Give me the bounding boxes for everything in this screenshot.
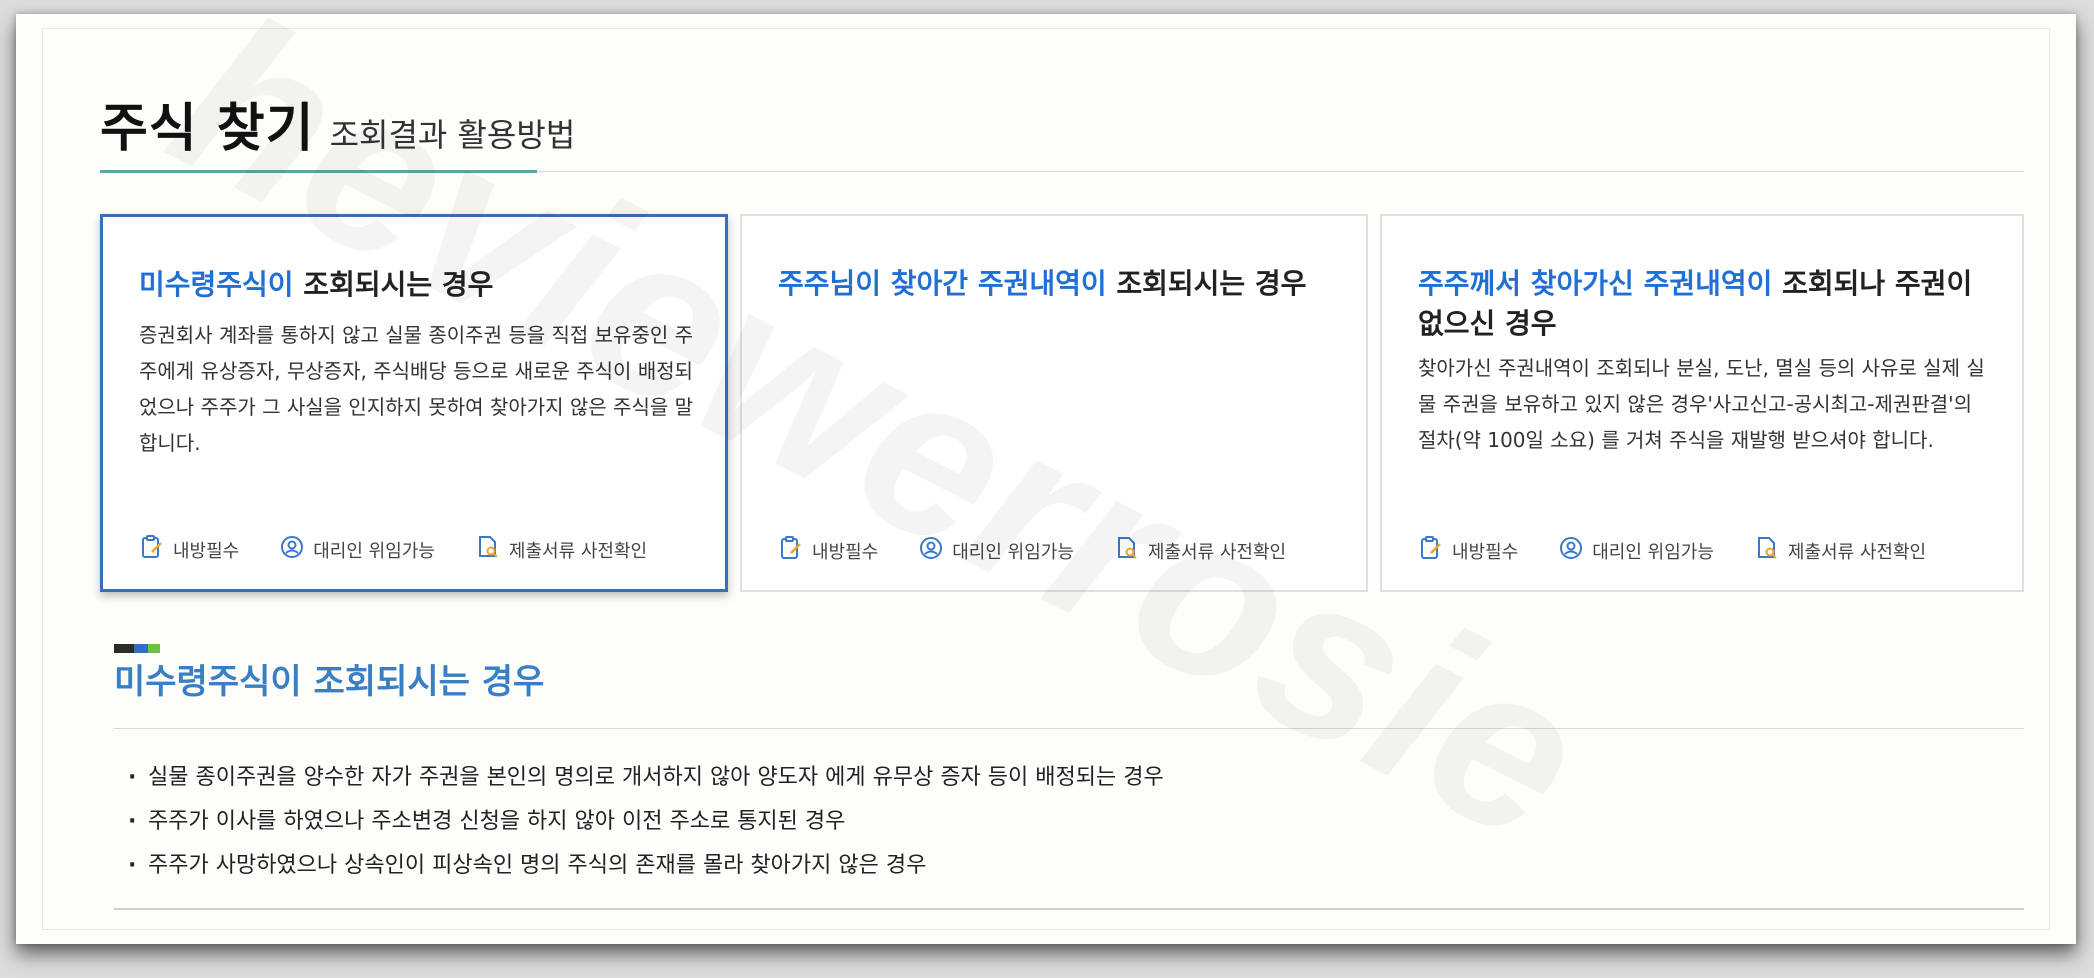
card-title-highlight: 주주께서 찾아가신 주권내역이 xyxy=(1418,267,1773,300)
page-title-sub: 조회결과 활용방법 xyxy=(329,116,576,154)
list-item: 주주가 사망하였으나 상속인이 피상속인 명의 주식의 존재를 몰라 찾아가지 … xyxy=(128,844,1164,888)
tag-proxy-allowed: 대리인 위임가능 xyxy=(918,535,1074,566)
clipboard-edit-icon xyxy=(1418,535,1444,566)
card-title: 주주님이 찾아간 주권내역이 조회되시는 경우 xyxy=(778,264,1336,304)
tag-label: 대리인 위임가능 xyxy=(952,541,1074,563)
card-tags: 내방필수 대리인 위임가능 제출서류 사전확인 xyxy=(778,535,1286,566)
tag-label: 대리인 위임가능 xyxy=(313,540,435,562)
tag-docs-check: 제출서류 사전확인 xyxy=(475,534,647,565)
page-title-main: 주식 찾기 xyxy=(100,99,315,159)
card-title-rest: 조회되시는 경우 xyxy=(293,268,494,301)
list-item: 실물 종이주권을 양수한 자가 주권을 본인의 명의로 개서하지 않아 양도자 … xyxy=(128,756,1164,800)
section-list: 실물 종이주권을 양수한 자가 주권을 본인의 명의로 개서하지 않아 양도자 … xyxy=(128,756,1164,888)
tag-docs-check: 제출서류 사전확인 xyxy=(1114,535,1286,566)
clipboard-edit-icon xyxy=(778,535,804,566)
tag-label: 대리인 위임가능 xyxy=(1592,541,1714,563)
card-title: 미수령주식이 조회되시는 경우 xyxy=(139,265,695,305)
card-tags: 내방필수 대리인 위임가능 제출서류 사전확인 xyxy=(139,534,647,565)
card-description: 증권회사 계좌를 통하지 않고 실물 종이주권 등을 직접 보유중인 주주에게 … xyxy=(139,323,694,455)
tag-docs-check: 제출서류 사전확인 xyxy=(1754,535,1926,566)
content-frame: 주식 찾기 조회결과 활용방법 미수령주식이 조회되시는 경우 증권회사 계좌를… xyxy=(16,14,2076,944)
tag-visit-required: 내방필수 xyxy=(778,535,878,566)
tag-label: 제출서류 사전확인 xyxy=(1787,541,1927,563)
case-card-no-certificate[interactable]: 주주께서 찾아가신 주권내역이 조회되나 주권이 없으신 경우 찾아가신 주권내… xyxy=(1380,214,2024,592)
case-card-unclaimed-stock[interactable]: 미수령주식이 조회되시는 경우 증권회사 계좌를 통하지 않고 실물 종이주권 … xyxy=(100,214,728,592)
section-divider-bottom xyxy=(114,908,2024,910)
tag-label: 제출서류 사전확인 xyxy=(1147,541,1287,563)
tag-proxy-allowed: 대리인 위임가능 xyxy=(279,534,435,565)
tag-proxy-allowed: 대리인 위임가능 xyxy=(1558,535,1714,566)
user-circle-icon xyxy=(918,535,944,566)
tag-label: 내방필수 xyxy=(173,540,240,562)
user-circle-icon xyxy=(279,534,305,565)
tag-label: 제출서류 사전확인 xyxy=(508,540,648,562)
tag-visit-required: 내방필수 xyxy=(1418,535,1518,566)
section-divider-top xyxy=(114,728,2024,729)
tag-label: 내방필수 xyxy=(812,541,879,563)
card-description: 찾아가신 주권내역이 조회되나 분실, 도난, 멸실 등의 사유로 실제 실물 … xyxy=(1418,356,1985,452)
card-title: 주주께서 찾아가신 주권내역이 조회되나 주권이 없으신 경우 xyxy=(1418,264,1992,344)
card-title-highlight: 주주님이 찾아간 주권내역이 xyxy=(778,267,1107,300)
document-search-icon xyxy=(475,534,501,565)
title-divider-accent xyxy=(100,170,537,173)
case-card-claimed-certificate[interactable]: 주주님이 찾아간 주권내역이 조회되시는 경우 내방필수 대리인 위임가능 제출… xyxy=(740,214,1368,592)
card-title-highlight: 미수령주식이 xyxy=(139,268,294,301)
user-circle-icon xyxy=(1558,535,1584,566)
tag-label: 내방필수 xyxy=(1452,541,1519,563)
document-search-icon xyxy=(1754,535,1780,566)
section-title: 미수령주식이 조회되시는 경우 xyxy=(114,662,545,702)
tag-visit-required: 내방필수 xyxy=(139,534,239,565)
card-title-rest: 조회되시는 경우 xyxy=(1106,267,1307,300)
card-tags: 내방필수 대리인 위임가능 제출서류 사전확인 xyxy=(1418,535,1926,566)
section-color-bar xyxy=(114,638,160,653)
clipboard-edit-icon xyxy=(139,534,165,565)
list-item: 주주가 이사를 하였으나 주소변경 신청을 하지 않아 이전 주소로 통지된 경… xyxy=(128,800,1164,844)
document-search-icon xyxy=(1114,535,1140,566)
page-title: 주식 찾기 조회결과 활용방법 xyxy=(100,86,575,161)
